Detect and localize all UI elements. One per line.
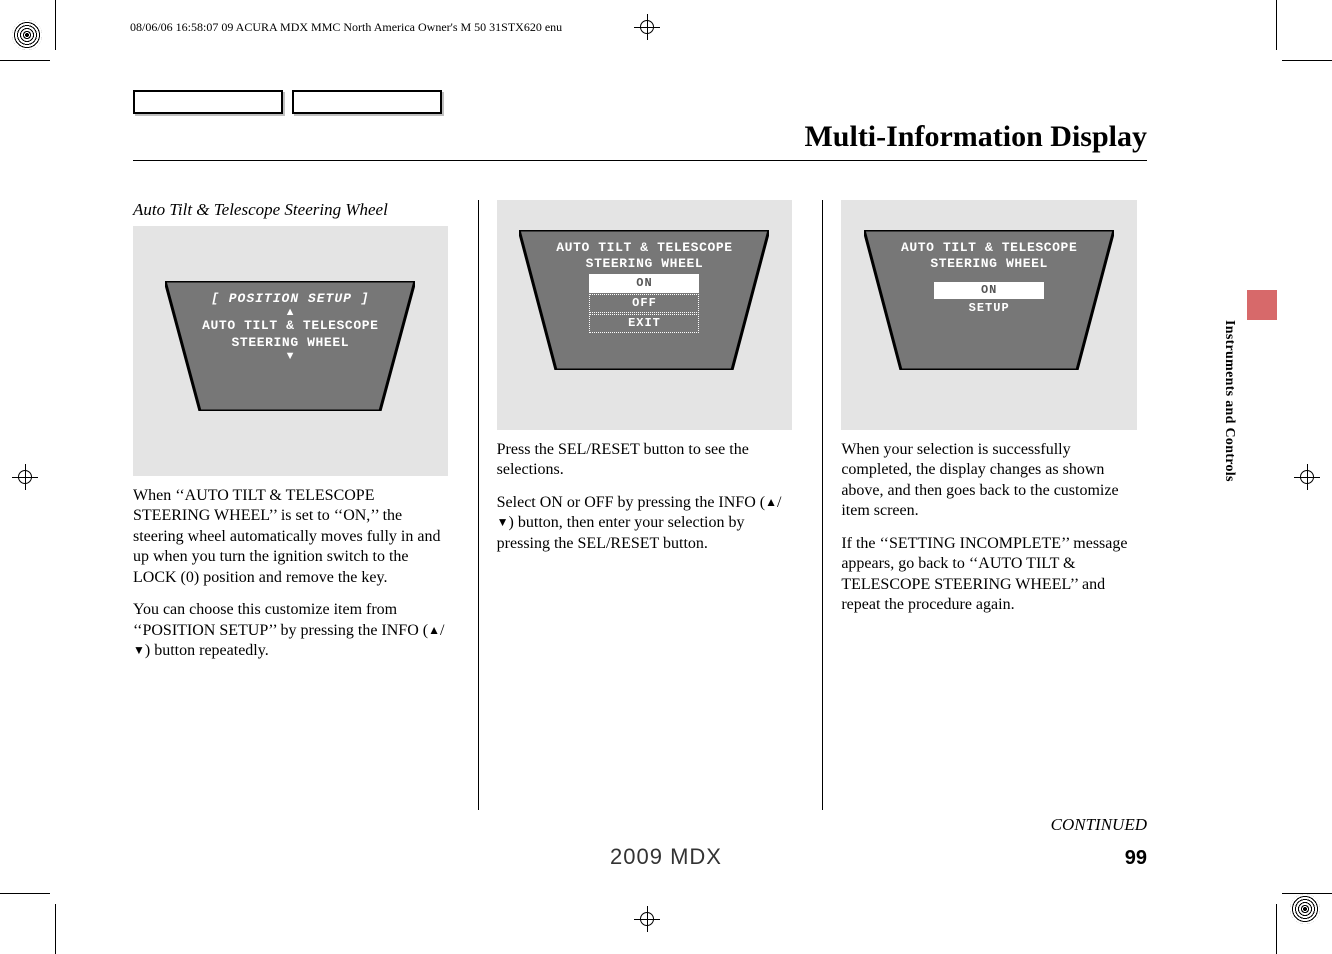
display-line: AUTO TILT & TELESCOPE [165, 318, 415, 334]
display-line: STEERING WHEEL [864, 256, 1114, 272]
crosshair-right [1300, 470, 1314, 484]
body-paragraph: Press the SEL/RESET button to see the se… [497, 440, 793, 481]
triangle-up-icon: ▲ [765, 495, 777, 509]
page-number: 99 [1125, 847, 1147, 870]
triangle-down-icon: ▼ [133, 643, 145, 657]
trim-mark [55, 904, 56, 954]
text-fragment: Select ON or OFF by pressing the INFO ( [497, 494, 765, 511]
crosshair-left [18, 470, 32, 484]
trim-mark [1282, 893, 1332, 894]
display-content: AUTO TILT & TELESCOPE STEERING WHEEL ON … [864, 230, 1114, 316]
display-illustration-1: [ POSITION SETUP ] ▲ AUTO TILT & TELESCO… [133, 226, 448, 476]
trim-mark [0, 893, 50, 894]
display-line: STEERING WHEEL [165, 335, 415, 351]
section-color-tab [1247, 290, 1277, 320]
triangle-down-icon: ▼ [165, 351, 415, 362]
body-paragraph: If the ‘‘SETTING INCOMPLETE’’ message ap… [841, 534, 1137, 616]
text-fragment: ) button, then enter your selection by p… [497, 514, 745, 551]
crosshair-bottom [640, 912, 654, 926]
footer-model-year: 2009 MDX [610, 844, 722, 870]
triangle-down-icon: ▼ [497, 515, 509, 529]
display-content: [ POSITION SETUP ] ▲ AUTO TILT & TELESCO… [165, 281, 415, 362]
display-line: AUTO TILT & TELESCOPE [519, 240, 769, 256]
display-option-on: ON [589, 274, 699, 293]
display-option-off: OFF [589, 294, 699, 313]
display-bracket-label: [ POSITION SETUP ] [165, 291, 415, 307]
placeholder-box [292, 90, 442, 114]
column-3: AUTO TILT & TELESCOPE STEERING WHEEL ON … [822, 200, 1147, 810]
page-content: Multi-Information Display Instruments an… [55, 60, 1277, 890]
trim-mark [1282, 60, 1332, 61]
trim-mark [55, 0, 56, 50]
display-option-exit: EXIT [589, 314, 699, 333]
display-content: AUTO TILT & TELESCOPE STEERING WHEEL ON … [519, 230, 769, 333]
trim-mark [1276, 904, 1277, 954]
display-illustration-3: AUTO TILT & TELESCOPE STEERING WHEEL ON … [841, 200, 1137, 430]
display-line: STEERING WHEEL [519, 256, 769, 272]
text-fragment: You can choose this customize item from … [133, 601, 428, 638]
text-fragment: ) button repeatedly. [145, 642, 269, 659]
placeholder-box [133, 90, 283, 114]
body-paragraph: Select ON or OFF by pressing the INFO (▲… [497, 493, 793, 554]
display-illustration-2: AUTO TILT & TELESCOPE STEERING WHEEL ON … [497, 200, 793, 430]
triangle-up-icon: ▲ [428, 623, 440, 637]
registration-mark-top-left [12, 20, 42, 50]
trim-mark [0, 60, 50, 61]
content-columns: Auto Tilt & Telescope Steering Wheel [ P… [133, 200, 1147, 810]
trim-mark [1276, 0, 1277, 50]
display-line: AUTO TILT & TELESCOPE [864, 240, 1114, 256]
section-vertical-label: Instruments and Controls [1221, 320, 1237, 482]
subheading: Auto Tilt & Telescope Steering Wheel [133, 200, 448, 220]
page-title: Multi-Information Display [804, 120, 1147, 154]
crosshair-top [640, 20, 654, 34]
display-option-on: ON [934, 282, 1044, 299]
registration-mark-bottom-right [1290, 894, 1320, 924]
placeholder-boxes [133, 90, 442, 114]
continued-label: CONTINUED [1051, 815, 1147, 835]
column-1: Auto Tilt & Telescope Steering Wheel [ P… [133, 200, 458, 810]
horizontal-rule [133, 160, 1147, 161]
document-header-meta: 08/06/06 16:58:07 09 ACURA MDX MMC North… [130, 20, 562, 35]
display-setup-label: SETUP [864, 301, 1114, 316]
column-2: AUTO TILT & TELESCOPE STEERING WHEEL ON … [478, 200, 803, 810]
triangle-up-icon: ▲ [165, 307, 415, 318]
body-paragraph: When ‘‘AUTO TILT & TELESCOPE STEERING WH… [133, 486, 448, 588]
body-paragraph: When your selection is successfully comp… [841, 440, 1137, 522]
body-paragraph: You can choose this customize item from … [133, 600, 448, 661]
